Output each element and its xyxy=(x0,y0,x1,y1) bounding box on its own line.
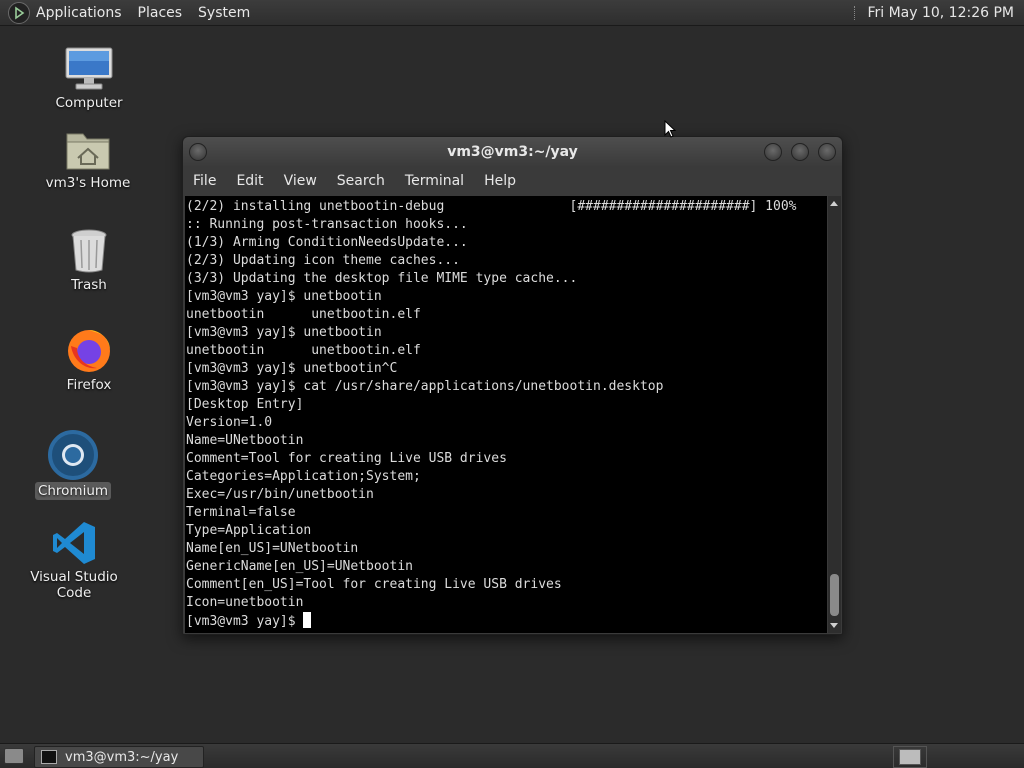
terminal-line: Version=1.0 xyxy=(186,415,273,430)
terminal-line: unetbootin unetbootin.elf xyxy=(186,307,421,322)
distro-logo-icon[interactable] xyxy=(8,1,30,24)
workspace-1[interactable] xyxy=(899,749,921,765)
terminal-line: (3/3) Updating the desktop file MIME typ… xyxy=(186,271,578,286)
desktop-icon-firefox[interactable]: Firefox xyxy=(58,326,120,394)
vscode-icon xyxy=(53,522,95,564)
terminal-line: unetbootin unetbootin.elf xyxy=(186,343,421,358)
terminal-line: [vm3@vm3 yay]$ cat /usr/share/applicatio… xyxy=(186,379,664,394)
terminal-cursor xyxy=(303,612,312,628)
clock[interactable]: Fri May 10, 12:26 PM xyxy=(854,0,1014,25)
chromium-icon xyxy=(48,430,98,480)
terminal-line: Comment=Tool for creating Live USB drive… xyxy=(186,451,507,466)
terminal-line: Name=UNetbootin xyxy=(186,433,304,448)
firefox-icon xyxy=(68,330,110,372)
terminal-line: [vm3@vm3 yay]$ unetbootin xyxy=(186,289,382,304)
minimize-button[interactable] xyxy=(764,143,782,161)
terminal-line: Categories=Application;System; xyxy=(186,469,421,484)
taskbar-button-terminal[interactable]: vm3@vm3:~/yay xyxy=(34,746,204,768)
menu-terminal[interactable]: Terminal xyxy=(395,173,474,189)
terminal-scrollbar[interactable] xyxy=(828,196,841,633)
menu-file[interactable]: File xyxy=(183,173,226,189)
taskbar-button-label: vm3@vm3:~/yay xyxy=(65,749,179,765)
terminal-line: [vm3@vm3 yay]$ unetbootin^C xyxy=(186,361,398,376)
desktop-icon-vscode[interactable]: Visual Studio Code xyxy=(12,520,136,602)
clock-text: Fri May 10, 12:26 PM xyxy=(867,4,1014,21)
trash-icon xyxy=(71,229,107,273)
terminal-line: (2/2) installing unetbootin-debug [#####… xyxy=(186,199,797,214)
terminal-line: (2/3) Updating icon theme caches... xyxy=(186,253,460,268)
desktop-icon-home[interactable]: vm3's Home xyxy=(40,128,136,192)
terminal-line: Exec=/usr/bin/unetbootin xyxy=(186,487,374,502)
terminal-line: Comment[en_US]=Tool for creating Live US… xyxy=(186,577,562,592)
show-desktop-icon[interactable] xyxy=(4,748,24,764)
terminal-line: [Desktop Entry] xyxy=(186,397,304,412)
panel-separator xyxy=(854,5,859,20)
maximize-button[interactable] xyxy=(791,143,809,161)
terminal-line: [vm3@vm3 yay]$ unetbootin xyxy=(186,325,382,340)
computer-icon xyxy=(65,47,113,90)
top-panel: Applications Places System Fri May 10, 1… xyxy=(0,0,1024,26)
mouse-pointer-icon xyxy=(664,120,677,138)
home-folder-icon xyxy=(66,133,110,170)
desktop-icon-label: Visual Studio Code xyxy=(30,569,118,601)
close-button[interactable] xyxy=(818,143,836,161)
terminal-window[interactable]: vm3@vm3:~/yay File Edit View Search Term… xyxy=(182,136,843,635)
menu-search[interactable]: Search xyxy=(327,173,395,189)
menu-edit[interactable]: Edit xyxy=(226,173,273,189)
terminal-prompt: [vm3@vm3 yay]$ xyxy=(186,614,304,629)
desktop-icon-chromium[interactable]: Chromium xyxy=(34,430,112,500)
scrollbar-thumb[interactable] xyxy=(830,574,839,616)
menu-system[interactable]: System xyxy=(190,5,258,21)
scroll-down-arrow-icon[interactable] xyxy=(830,623,838,628)
bottom-panel: vm3@vm3:~/yay xyxy=(0,743,1024,768)
desktop-icon-label: Firefox xyxy=(66,377,112,393)
terminal-line: GenericName[en_US]=UNetbootin xyxy=(186,559,413,574)
terminal-output[interactable]: (2/2) installing unetbootin-debug [#####… xyxy=(185,196,827,633)
desktop-icon-trash[interactable]: Trash xyxy=(58,228,120,294)
menu-applications[interactable]: Applications xyxy=(34,5,130,21)
terminal-line: Name[en_US]=UNetbootin xyxy=(186,541,359,556)
terminal-line: :: Running post-transaction hooks... xyxy=(186,217,468,232)
terminal-prompt-line[interactable]: [vm3@vm3 yay]$ xyxy=(185,612,827,630)
desktop-icon-label: Chromium xyxy=(34,482,112,500)
terminal-line: (1/3) Arming ConditionNeedsUpdate... xyxy=(186,235,468,250)
desktop-icon-label: vm3's Home xyxy=(45,175,131,191)
window-titlebar[interactable]: vm3@vm3:~/yay xyxy=(183,137,842,167)
terminal-icon xyxy=(41,750,57,764)
desktop-icon-label: Trash xyxy=(71,277,107,293)
menu-view[interactable]: View xyxy=(274,173,327,189)
terminal-line: Type=Application xyxy=(186,523,312,538)
scroll-up-arrow-icon[interactable] xyxy=(830,201,838,206)
menu-help[interactable]: Help xyxy=(474,173,526,189)
terminal-menubar: File Edit View Search Terminal Help xyxy=(183,169,842,193)
window-title: vm3@vm3:~/yay xyxy=(447,144,578,160)
menu-places[interactable]: Places xyxy=(130,5,191,21)
desktop-icon-label: Computer xyxy=(55,95,123,111)
terminal-line: Icon=unetbootin xyxy=(186,595,304,610)
desktop-icon-computer[interactable]: Computer xyxy=(48,46,130,112)
terminal-line: Terminal=false xyxy=(186,505,296,520)
